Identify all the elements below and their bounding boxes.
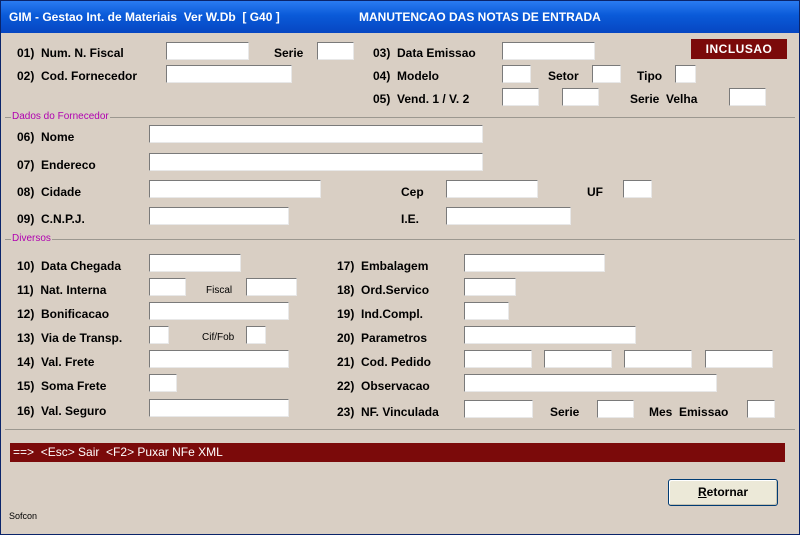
bottom-divider	[5, 429, 795, 430]
group-diversos-caption: Diversos	[11, 233, 52, 245]
label-observacao: 22) Observacao	[337, 379, 430, 393]
cod-fornecedor-field[interactable]	[166, 65, 292, 83]
label-cod-pedido: 21) Cod. Pedido	[337, 355, 432, 369]
cod-pedido-field-2[interactable]	[544, 350, 612, 368]
uf-field[interactable]	[623, 180, 652, 198]
embalagem-field[interactable]	[464, 254, 605, 272]
val-seguro-field[interactable]	[149, 399, 289, 417]
label-vendedor: 05) Vend. 1 / V. 2	[373, 92, 470, 106]
endereco-field[interactable]	[149, 153, 483, 171]
label-val-seguro: 16) Val. Seguro	[17, 404, 107, 418]
modelo-field[interactable]	[502, 65, 531, 83]
cnpj-field[interactable]	[149, 207, 289, 225]
label-cidade: 08) Cidade	[17, 185, 82, 199]
group-fornecedor-divider	[5, 117, 795, 118]
label-cep: Cep	[401, 185, 424, 199]
soma-frete-field[interactable]	[149, 374, 177, 392]
label-data-emissao: 03) Data Emissao	[373, 46, 476, 60]
serie-field[interactable]	[317, 42, 354, 60]
label-ie: I.E.	[401, 212, 420, 226]
cod-pedido-field-1[interactable]	[464, 350, 532, 368]
label-parametros: 20) Parametros	[337, 331, 428, 345]
cod-pedido-field-3[interactable]	[624, 350, 692, 368]
retornar-label: etornar	[706, 485, 748, 499]
title-bar: GIM - Gestao Int. de Materiais Ver W.Db …	[1, 1, 799, 33]
label-embalagem: 17) Embalagem	[337, 259, 429, 273]
cidade-field[interactable]	[149, 180, 321, 198]
parametros-field[interactable]	[464, 326, 636, 344]
data-emissao-field[interactable]	[502, 42, 595, 60]
cif-fob-field[interactable]	[246, 326, 266, 344]
label-nf-serie: Serie	[550, 405, 580, 419]
nat-interna-field[interactable]	[149, 278, 186, 296]
vendedor2-field[interactable]	[562, 88, 599, 106]
cod-pedido-field-4[interactable]	[705, 350, 773, 368]
mode-badge: INCLUSAO	[691, 39, 787, 59]
label-mes-emissao: Mes Emissao	[649, 405, 729, 419]
num-nota-fiscal-field[interactable]	[166, 42, 249, 60]
label-soma-frete: 15) Soma Frete	[17, 379, 107, 393]
ord-servico-field[interactable]	[464, 278, 516, 296]
label-nf-vinculada: 23) NF. Vinculada	[337, 405, 439, 419]
nome-field[interactable]	[149, 125, 483, 143]
screen-title: MANUTENCAO DAS NOTAS DE ENTRADA	[359, 10, 601, 24]
label-via-transp: 13) Via de Transp.	[17, 331, 123, 345]
ie-field[interactable]	[446, 207, 571, 225]
group-diversos-divider	[5, 239, 795, 240]
label-num-nota-fiscal: 01) Num. N. Fiscal	[17, 46, 124, 60]
label-data-chegada: 10) Data Chegada	[17, 259, 122, 273]
label-uf: UF	[587, 185, 603, 199]
shortcut-bar: ==> <Esc> Sair <F2> Puxar NFe XML	[10, 443, 785, 462]
cep-field[interactable]	[446, 180, 538, 198]
val-frete-field[interactable]	[149, 350, 289, 368]
mes-emissao-field[interactable]	[747, 400, 775, 418]
label-tipo: Tipo	[637, 69, 663, 83]
label-serie: Serie	[274, 46, 304, 60]
via-transp-field[interactable]	[149, 326, 169, 344]
label-cod-fornecedor: 02) Cod. Fornecedor	[17, 69, 138, 83]
label-fiscal: Fiscal	[206, 285, 233, 296]
nat-fiscal-field[interactable]	[246, 278, 297, 296]
label-endereco: 07) Endereco	[17, 158, 96, 172]
bonificacao-field[interactable]	[149, 302, 289, 320]
label-modelo: 04) Modelo	[373, 69, 440, 83]
label-val-frete: 14) Val. Frete	[17, 355, 95, 369]
setor-field[interactable]	[592, 65, 621, 83]
footer-label: Sofcon	[9, 511, 38, 521]
main-window: GIM - Gestao Int. de Materiais Ver W.Db …	[0, 0, 800, 535]
vendedor1-field[interactable]	[502, 88, 539, 106]
label-setor: Setor	[548, 69, 579, 83]
tipo-field[interactable]	[675, 65, 696, 83]
nf-serie-field[interactable]	[597, 400, 634, 418]
label-nome: 06) Nome	[17, 130, 75, 144]
label-serie-velha: Serie Velha	[630, 92, 698, 106]
label-ind-compl: 19) Ind.Compl.	[337, 307, 424, 321]
observacao-field[interactable]	[464, 374, 717, 392]
ind-compl-field[interactable]	[464, 302, 509, 320]
label-bonificacao: 12) Bonificacao	[17, 307, 110, 321]
serie-velha-field[interactable]	[729, 88, 766, 106]
group-fornecedor-caption: Dados do Fornecedor	[11, 111, 110, 123]
label-ord-servico: 18) Ord.Servico	[337, 283, 430, 297]
label-nat-interna: 11) Nat. Interna	[17, 283, 107, 297]
nf-vinculada-field[interactable]	[464, 400, 533, 418]
retornar-hotkey: R	[697, 485, 707, 499]
label-cnpj: 09) C.N.P.J.	[17, 212, 85, 226]
label-cif-fob: Cif/Fob	[202, 332, 235, 343]
retornar-button[interactable]: Retornar	[668, 479, 778, 506]
data-chegada-field[interactable]	[149, 254, 241, 272]
app-title: GIM - Gestao Int. de Materiais Ver W.Db …	[9, 10, 280, 24]
